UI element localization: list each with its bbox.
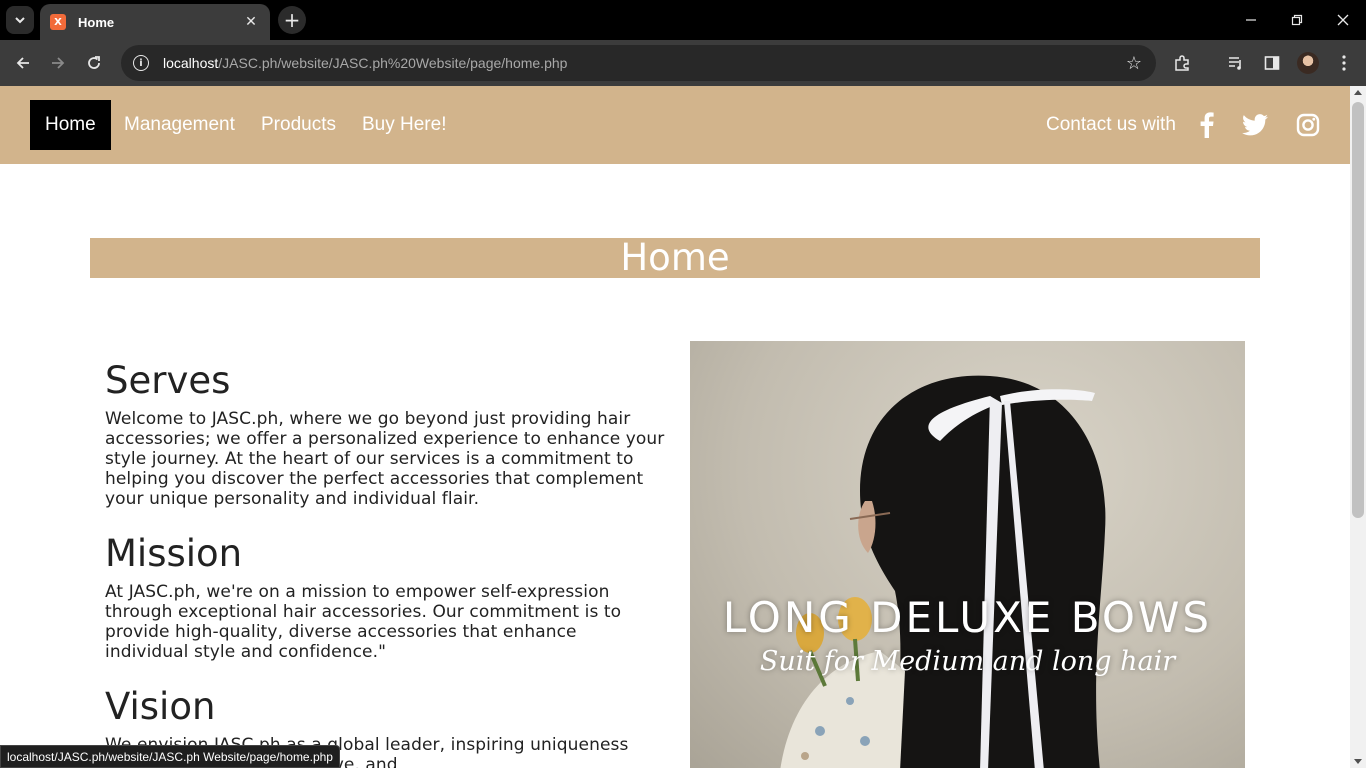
menu-kebab-icon[interactable]: [1329, 48, 1359, 78]
media-control-icon[interactable]: [1221, 48, 1251, 78]
minimize-button[interactable]: [1228, 0, 1274, 40]
address-bar[interactable]: i localhost/JASC.ph/website/JASC.ph%20We…: [121, 45, 1156, 81]
hero-product-image: LONG DELUXE BOWS Suit for Medium and lon…: [690, 341, 1245, 768]
browser-toolbar: i localhost/JASC.ph/website/JASC.ph%20We…: [0, 40, 1366, 86]
forward-button[interactable]: [43, 48, 73, 78]
nav-management-link[interactable]: Management: [109, 100, 250, 150]
arrow-right-icon: [52, 57, 65, 69]
arrow-left-icon: [16, 57, 29, 69]
bookmark-star-icon[interactable]: ☆: [1126, 53, 1142, 74]
tab-search-button[interactable]: [6, 6, 34, 34]
scroll-up-arrow-icon[interactable]: [1354, 90, 1362, 95]
reload-button[interactable]: [79, 48, 109, 78]
status-bar-url: localhost/JASC.ph/website/JASC.ph Websit…: [0, 745, 340, 768]
site-info-icon[interactable]: i: [133, 55, 149, 71]
page-title-banner: Home: [90, 238, 1260, 278]
site-navbar: Home Management Products Buy Here! Conta…: [0, 86, 1350, 164]
url-text[interactable]: localhost/JASC.ph/website/JASC.ph%20Webs…: [163, 55, 567, 71]
minimize-icon: [1246, 19, 1256, 21]
serves-heading: Serves: [105, 359, 231, 402]
hero-subtitle: Suit for Medium and long hair: [759, 646, 1176, 677]
close-icon: [1337, 14, 1349, 26]
side-panel-icon[interactable]: [1257, 48, 1287, 78]
hero-photo: [780, 375, 1106, 768]
chevron-down-icon: [15, 17, 25, 24]
vision-heading: Vision: [105, 685, 216, 728]
tab-close-icon[interactable]: ✕: [242, 14, 260, 30]
hero-title: LONG DELUXE BOWS: [722, 593, 1213, 642]
page-scrollbar[interactable]: [1350, 86, 1366, 768]
new-tab-button[interactable]: +: [278, 6, 306, 34]
reload-icon: [88, 56, 100, 69]
back-button[interactable]: [8, 48, 38, 78]
profile-avatar[interactable]: [1297, 52, 1319, 74]
scroll-down-arrow-icon[interactable]: [1354, 759, 1362, 764]
page-viewport: Home Management Products Buy Here! Conta…: [0, 86, 1350, 768]
nav-products-link[interactable]: Products: [246, 100, 351, 150]
extensions-icon[interactable]: [1167, 48, 1197, 78]
instagram-icon[interactable]: [1295, 108, 1321, 142]
close-window-button[interactable]: [1320, 0, 1366, 40]
contact-label: Contact us with: [1046, 114, 1176, 135]
restore-icon: [1291, 14, 1303, 26]
twitter-icon[interactable]: [1241, 108, 1269, 142]
restore-button[interactable]: [1274, 0, 1320, 40]
serves-text: Welcome to JASC.ph, where we go beyond j…: [105, 409, 665, 509]
browser-tab[interactable]: X Home ✕: [40, 4, 270, 40]
tab-title: Home: [78, 14, 115, 30]
scroll-thumb[interactable]: [1352, 102, 1364, 518]
tab-strip: X Home ✕ +: [0, 0, 1366, 40]
tab-favicon-icon: X: [50, 14, 66, 30]
nav-buy-here-link[interactable]: Buy Here!: [347, 100, 461, 150]
mission-heading: Mission: [105, 532, 243, 575]
mission-text: At JASC.ph, we're on a mission to empowe…: [105, 582, 622, 662]
page-title: Home: [620, 236, 730, 279]
url-host: localhost: [163, 55, 219, 71]
url-path: /JASC.ph/website/JASC.ph%20Website/page/…: [218, 55, 568, 71]
nav-home-link[interactable]: Home: [30, 100, 111, 150]
facebook-icon[interactable]: [1196, 108, 1218, 142]
content-column: Serves Welcome to JASC.ph, where we go b…: [105, 356, 665, 768]
